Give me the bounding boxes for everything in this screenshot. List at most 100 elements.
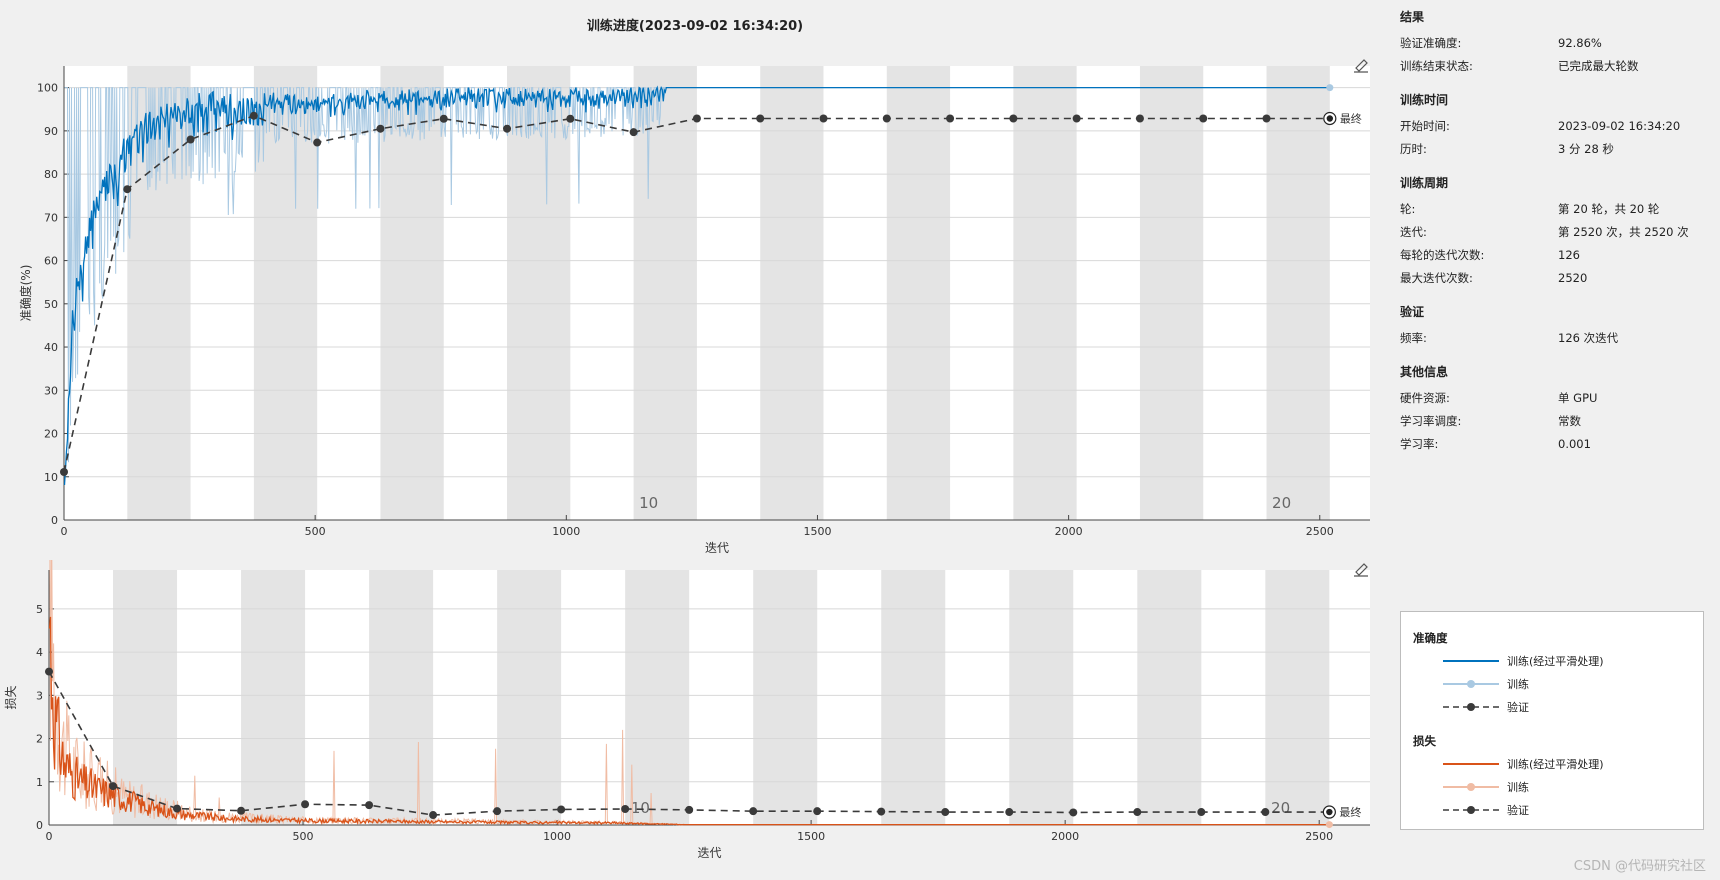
y-tick-label: 100 (37, 82, 58, 95)
info-key: 迭代: (1400, 224, 1427, 239)
legend-acc-train-label: 训练 (1507, 678, 1529, 691)
info-row: 学习率调度: 常数 (1400, 409, 1700, 432)
legend-accuracy-title: 准确度 (1413, 631, 1448, 645)
y-tick-label: 90 (44, 125, 58, 138)
series-val-point (1133, 808, 1142, 817)
info-value: 126 次迭代 (1558, 330, 1619, 345)
info-value: 2023-09-02 16:34:20 (1558, 118, 1681, 133)
info-row: 训练结束状态: 已完成最大轮数 (1400, 54, 1700, 77)
info-value: 单 GPU (1558, 390, 1598, 405)
info-row: 迭代: 第 2520 次，共 2520 次 (1400, 220, 1700, 243)
x-tick-label: 500 (305, 525, 326, 538)
x-tick-label: 1000 (543, 830, 571, 843)
legend-acc-train-swatch (1443, 680, 1499, 688)
series-val-point (45, 667, 53, 676)
series-val-point (173, 804, 182, 813)
x-tick-label: 2500 (1305, 830, 1333, 843)
info-value: 92.86% (1558, 35, 1602, 50)
x-tick-label: 2000 (1051, 830, 1079, 843)
y-tick-label: 4 (36, 646, 43, 659)
watermark: CSDN @代码研究社区 (1573, 859, 1706, 874)
chart-title: 训练进度(2023-09-02 16:34:20) (586, 19, 804, 34)
info-row: 硬件资源: 单 GPU (1400, 386, 1700, 409)
series-val-point (756, 114, 765, 123)
series-val-point (503, 124, 512, 133)
y-tick-label: 5 (36, 603, 43, 616)
series-val-point (629, 128, 638, 137)
info-row: 验证准确度: 92.86% (1400, 31, 1700, 54)
accuracy-plot: 0 500 1000 1500 2000 2500 0 10 20 30 40 50 60 70 80 90 1… (18, 59, 1370, 555)
series-val-point (301, 800, 310, 809)
x-tick-label: 1500 (797, 830, 825, 843)
y-tick-label: 2 (36, 733, 43, 746)
legend-acc-smoothed-swatch (1443, 660, 1499, 662)
info-row: 频率: 126 次迭代 (1400, 326, 1700, 349)
series-val-point (877, 807, 886, 816)
info-value: 第 2520 次，共 2520 次 (1558, 224, 1689, 239)
epoch-band (241, 570, 306, 825)
y-tick-label: 1 (36, 776, 43, 789)
epoch-band (369, 570, 434, 825)
info-key: 频率: (1400, 330, 1427, 345)
series-val-point (186, 135, 195, 144)
epoch-band (753, 570, 818, 825)
info-key: 训练结束状态: (1400, 58, 1473, 73)
epoch-band (881, 570, 946, 825)
info-section-title: 训练周期 (1400, 176, 1449, 190)
series-val-point (1069, 808, 1078, 817)
series-val-point (249, 111, 258, 120)
series-val-point (813, 807, 822, 816)
legend: 准确度 训练(经过平滑处理) 训练 验证 损失 训练(经过平滑处理) 训练 验证 (1400, 611, 1704, 830)
series-val-point (1005, 808, 1014, 817)
series-val-point (692, 114, 701, 123)
info-section-title: 验证 (1400, 305, 1425, 319)
series-val-point (123, 185, 132, 194)
info-section-title: 训练时间 (1400, 93, 1449, 107)
series-val-point (237, 806, 246, 815)
info-row: 历时: 3 分 28 秒 (1400, 137, 1700, 160)
legend-loss-smoothed: 训练(经过平滑处理) (1441, 755, 1604, 773)
series-train-final-point (1326, 84, 1334, 92)
legend-loss-smoothed-label: 训练(经过平滑处理) (1507, 758, 1604, 771)
final-marker-dot (1326, 115, 1334, 122)
epoch-label: 10 (639, 494, 658, 512)
series-val-point (819, 114, 828, 123)
final-label: 最终 (1339, 805, 1361, 819)
series-val-point (685, 805, 694, 814)
info-row: 轮: 第 20 轮，共 20 轮 (1400, 197, 1700, 220)
y-tick-label: 20 (44, 428, 58, 441)
y-tick-label: 0 (51, 514, 58, 527)
info-value: 2520 (1558, 270, 1588, 285)
epoch-band (113, 570, 178, 825)
y-tick-label: 60 (44, 255, 58, 268)
epoch-band (1009, 570, 1074, 825)
epoch-band (760, 66, 824, 520)
legend-acc-smoothed-label: 训练(经过平滑处理) (1507, 655, 1604, 668)
info-section-title: 其他信息 (1400, 365, 1449, 379)
info-value: 常数 (1558, 413, 1581, 428)
final-label: 最终 (1340, 111, 1362, 125)
y-tick-label: 30 (44, 384, 58, 397)
series-train-final-point (1325, 821, 1333, 829)
x-tick-label: 1000 (552, 525, 580, 538)
series-val-point (439, 114, 448, 123)
series-val-point (941, 808, 950, 817)
info-key: 最大迭代次数: (1400, 270, 1473, 285)
series-val-point (1009, 114, 1018, 123)
series-val-point (557, 805, 566, 814)
series-val-point (882, 114, 891, 123)
legend-loss-val-label: 验证 (1507, 804, 1529, 817)
x-tick-label: 2500 (1306, 525, 1334, 538)
legend-loss-val: 验证 (1441, 801, 1529, 819)
x-tick-label: 1500 (803, 525, 831, 538)
training-info-panel: 结果 验证准确度: 92.86% 训练结束状态: 已完成最大轮数 训练时间 开始时间: 202… (1400, 8, 1700, 455)
x-axis-label: 迭代 (697, 846, 721, 860)
info-key: 学习率调度: (1400, 413, 1462, 428)
series-val-point (376, 124, 385, 133)
y-tick-label: 70 (44, 211, 58, 224)
series-val-point (749, 807, 758, 816)
epoch-band (1013, 66, 1077, 520)
x-tick-label: 0 (46, 830, 53, 843)
info-key: 验证准确度: (1400, 35, 1462, 50)
y-tick-label: 0 (36, 819, 43, 832)
